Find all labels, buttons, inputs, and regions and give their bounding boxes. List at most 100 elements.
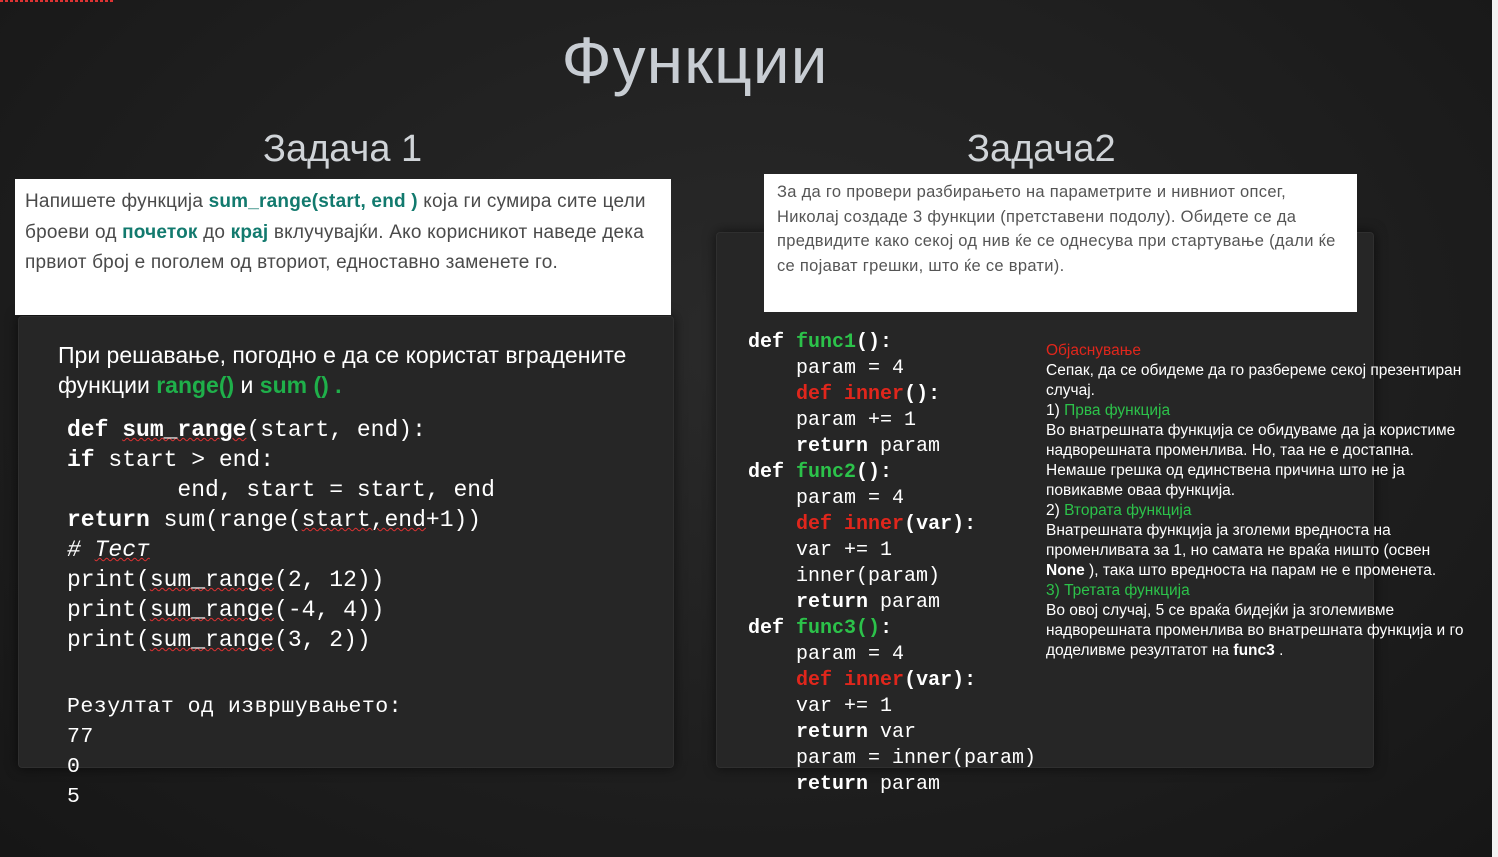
code-text: (start, end): <box>246 417 426 443</box>
code-text: param <box>868 435 941 458</box>
code-text: sum_range <box>149 627 275 653</box>
code-text: : <box>880 617 893 640</box>
code-text: (): <box>904 383 941 406</box>
task1-start-word: почеток <box>122 221 198 243</box>
code-line: param += 1 <box>748 409 917 432</box>
code-text: sum(range( <box>149 507 302 533</box>
explanation-item-2-text: Внатрешната функција ја зголеми вредност… <box>1046 521 1466 581</box>
kw-def: def <box>748 617 785 640</box>
code-line: var += 1 <box>748 539 893 562</box>
code-line: return var <box>748 720 1036 746</box>
item-none: None <box>1046 562 1085 579</box>
func-name: func3 <box>796 617 857 640</box>
code-text: (2, 12)) <box>274 567 385 593</box>
explanation-item-1-text: Во внатрешната функција се обидуваме да … <box>1046 422 1456 499</box>
kw-def: def <box>748 461 785 484</box>
task1-text: до <box>197 221 231 243</box>
code-line: return param <box>748 590 1036 616</box>
item-title: Прва функција <box>1064 402 1171 419</box>
code-line: def sum_range(start, end): <box>67 415 495 445</box>
code-text: (): <box>856 331 893 354</box>
explanation-item-2-title: 2) Втората функција <box>1046 501 1466 521</box>
task1-output: Резултат од извршувањето: 77 0 5 <box>67 692 402 812</box>
hint-text: и <box>234 372 260 398</box>
func-name: func2 <box>796 461 857 484</box>
kw-return: return <box>796 591 869 614</box>
code-line: return param <box>748 772 1036 798</box>
func-name: inner <box>844 669 905 692</box>
code-text: var <box>868 721 917 744</box>
code-line: return sum(range(start,end+1)) <box>67 505 495 535</box>
hint-text: При решавање, погодно е да се користат в… <box>58 342 627 398</box>
kw-return: return <box>796 773 869 796</box>
kw-if: if <box>67 447 95 473</box>
code-line: def inner(var): <box>748 512 1036 538</box>
code-line: if start > end: <box>67 445 495 475</box>
explanation: Објаснување Сепак, да се обидеме да го ра… <box>1046 341 1466 661</box>
code-text: print( <box>67 567 150 593</box>
explanation-intro: Сепак, да се обидеме да го разбереме сек… <box>1046 362 1462 399</box>
explanation-heading: Објаснување <box>1046 342 1141 359</box>
code-line: end, start = start, end <box>67 477 495 503</box>
code-line: print(sum_range(-4, 4)) <box>67 595 495 625</box>
code-line: print(sum_range(2, 12)) <box>67 565 495 595</box>
explanation-item-3-title: 3) Третата функција <box>1046 582 1190 599</box>
code-text: start > end: <box>94 447 275 473</box>
kw-def: def <box>796 383 833 406</box>
func-name: inner <box>844 513 905 536</box>
code-line: def func1(): <box>748 330 1036 356</box>
func-name: sum_range <box>122 417 247 443</box>
task1-hint: При решавање, погодно е да се користат в… <box>58 340 658 400</box>
code-line: def func2(): <box>748 460 1036 486</box>
code-text: (var): <box>904 669 977 692</box>
code-line: param = 4 <box>748 487 905 510</box>
code-line: print(sum_range(3, 2)) <box>67 625 495 655</box>
slide-edge <box>1492 0 1498 857</box>
kw-return: return <box>796 721 869 744</box>
code-line: def inner(var): <box>748 668 1036 694</box>
comment-text: Тест <box>94 537 150 563</box>
func-name: inner <box>844 383 905 406</box>
task1-card: Напишете функција sum_range(start, end )… <box>15 179 671 315</box>
code-line: inner(param) <box>748 565 941 588</box>
slide-title: Функции <box>561 23 829 97</box>
code-text: (-4, 4)) <box>274 597 385 623</box>
task1-code: def sum_range(start, end): if start > end… <box>67 415 495 655</box>
explanation-item-1-title: 1) Прва функција <box>1046 401 1466 421</box>
explanation-item-3-text: Во овој случај, 5 се враќа бидејќи ја зг… <box>1046 601 1466 661</box>
kw-def: def <box>748 331 785 354</box>
item-title: Втората функција <box>1064 502 1192 519</box>
code-text: +1)) <box>425 507 482 533</box>
code-text: () <box>856 617 881 640</box>
kw-return: return <box>67 507 150 533</box>
code-text: print( <box>67 627 150 653</box>
code-text: sum_range <box>149 597 275 623</box>
hint-text: . <box>328 372 342 398</box>
code-text: (3, 2)) <box>274 627 371 653</box>
code-line: param = inner(param) <box>748 747 1037 770</box>
task1-text: Напишете функција <box>25 191 209 212</box>
code-line: var += 1 <box>748 695 893 718</box>
task2-card: За да го провери разбирањето на параметр… <box>764 174 1357 312</box>
code-line: # Тест <box>67 535 495 565</box>
code-text: sum_range <box>149 567 275 593</box>
code-text: (): <box>856 461 893 484</box>
top-marks <box>0 0 115 2</box>
output-value: 0 <box>67 755 81 779</box>
task2-heading: Задача2 <box>967 128 1116 170</box>
task2-code: def func1(): param = 4 def inner(): para… <box>748 330 1036 798</box>
code-text: (var): <box>904 513 977 536</box>
item-number: 1) <box>1046 402 1065 419</box>
code-line: def inner(): <box>748 382 1036 408</box>
output-label: Резултат од извршувањето: <box>67 695 403 719</box>
task1-end-word: крај <box>230 221 269 243</box>
hint-sum: sum () <box>259 372 329 398</box>
kw-def: def <box>796 513 833 536</box>
kw-def: def <box>796 669 833 692</box>
